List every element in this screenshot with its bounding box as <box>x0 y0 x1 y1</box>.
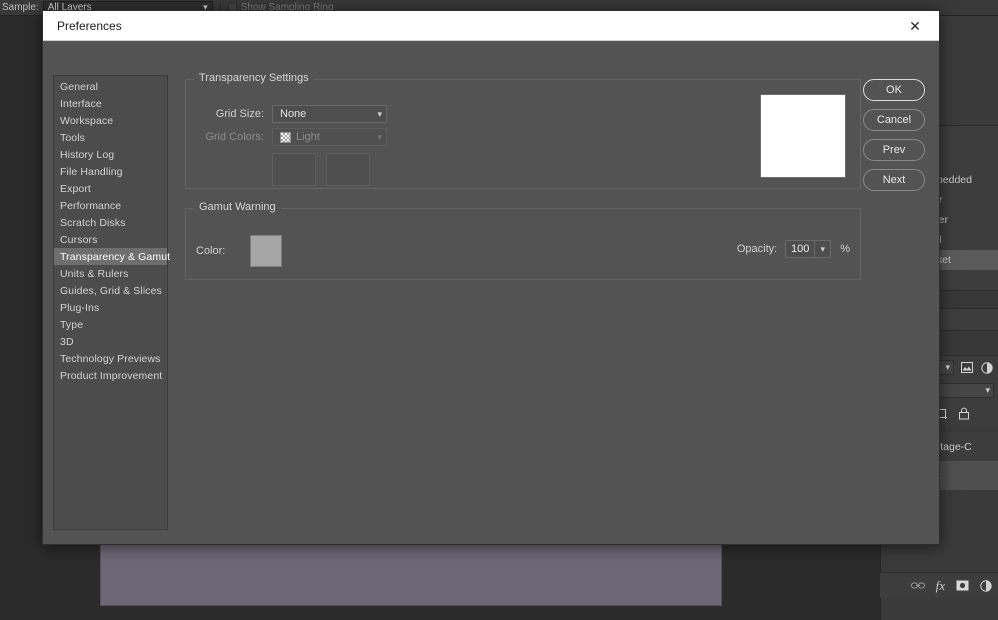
sidebar-item-export[interactable]: Export <box>54 180 167 197</box>
sidebar-item-label: Units & Rulers <box>60 267 129 280</box>
sidebar-item-label: Plug-Ins <box>60 301 100 314</box>
adjustment-icon[interactable] <box>980 361 994 375</box>
image-icon[interactable] <box>960 361 974 375</box>
close-icon[interactable]: ✕ <box>893 11 937 40</box>
sidebar-item-3d[interactable]: 3D <box>54 333 167 350</box>
adjustment-icon[interactable] <box>980 579 992 592</box>
sidebar-item-interface[interactable]: Interface <box>54 95 167 112</box>
chevron-down-icon: ▾ <box>377 108 382 119</box>
sidebar-item-type[interactable]: Type <box>54 316 167 333</box>
sidebar-item-label: Scratch Disks <box>60 216 126 229</box>
gamut-warning-group: Gamut Warning Color: Opacity: 100 ▾ % <box>185 201 861 280</box>
dialog-button-column: OK Cancel Prev Next <box>863 79 925 191</box>
sidebar-item-workspace[interactable]: Workspace <box>54 112 167 129</box>
sidebar-item-file-handling[interactable]: File Handling <box>54 163 167 180</box>
grid-size-select[interactable]: None ▾ <box>272 105 387 123</box>
sidebar-item-label: Workspace <box>60 114 114 127</box>
layers-status-bar: fx <box>880 572 998 598</box>
sidebar-item-units-rulers[interactable]: Units & Rulers <box>54 265 167 282</box>
preferences-category-list: General Interface Workspace Tools Histor… <box>53 75 171 530</box>
dialog-title-bar: Preferences ✕ <box>43 11 939 41</box>
transparency-settings-title: Transparency Settings <box>194 72 314 84</box>
chevron-down-icon: ▾ <box>985 384 990 395</box>
sample-label: Sample: <box>2 2 39 13</box>
document-canvas[interactable] <box>100 540 722 606</box>
transparency-preview <box>760 94 846 178</box>
sidebar-item-label: General <box>60 80 99 93</box>
gamut-opacity-row: Opacity: 100 ▾ % <box>737 240 850 258</box>
sidebar-item-performance[interactable]: Performance <box>54 197 167 214</box>
transparency-settings-group: Transparency Settings Grid Size: None ▾ … <box>185 72 861 189</box>
grid-color-swatch-2[interactable] <box>326 153 370 186</box>
lock-icon[interactable] <box>957 406 971 420</box>
sidebar-item-label: Interface <box>60 97 102 110</box>
sidebar-item-label: File Handling <box>60 165 123 178</box>
sidebar-item-label: History Log <box>60 148 115 161</box>
sidebar-item-label: Transparency & Gamut <box>60 250 171 263</box>
gamut-opacity-label: Opacity: <box>736 243 778 255</box>
chevron-down-icon[interactable]: ▾ <box>814 241 830 257</box>
sidebar-item-label: Technology Previews <box>60 352 161 365</box>
grid-colors-row: Grid Colors: Light ▾ <box>196 128 387 146</box>
sidebar-item-tools[interactable]: Tools <box>54 129 167 146</box>
sidebar-item-technology-previews[interactable]: Technology Previews <box>54 350 167 367</box>
grid-color-swatch-1[interactable] <box>272 153 316 186</box>
grid-colors-value: Light <box>296 131 320 143</box>
sidebar-item-general[interactable]: General <box>54 78 167 95</box>
sidebar-item-label: Guides, Grid & Slices <box>60 284 162 297</box>
sidebar-item-history-log[interactable]: History Log <box>54 146 167 163</box>
fx-icon[interactable]: fx <box>936 578 945 594</box>
dialog-body: General Interface Workspace Tools Histor… <box>43 41 939 545</box>
preferences-dialog: Preferences ✕ General Interface Workspac… <box>42 10 940 545</box>
grid-colors-select[interactable]: Light ▾ <box>272 128 387 146</box>
sidebar-item-label: Tools <box>60 131 86 144</box>
sidebar-item-label: Type <box>60 318 84 331</box>
grid-color-swatches <box>272 153 370 186</box>
sidebar-item-plug-ins[interactable]: Plug-Ins <box>54 299 167 316</box>
sidebar-item-label: Performance <box>60 199 122 212</box>
gamut-opacity-unit: % <box>840 243 850 255</box>
grid-colors-label: Grid Colors: <box>205 131 264 143</box>
grid-size-row: Grid Size: None ▾ <box>196 105 387 123</box>
sidebar-item-scratch-disks[interactable]: Scratch Disks <box>54 214 167 231</box>
chevron-down-icon: ▾ <box>945 362 950 372</box>
gamut-color-swatch[interactable] <box>250 235 282 267</box>
gamut-opacity-field[interactable]: 100 ▾ <box>785 240 832 258</box>
gamut-color-label: Color: <box>196 245 226 257</box>
sidebar-item-label: 3D <box>60 335 74 348</box>
link-icon[interactable] <box>910 581 925 590</box>
next-button[interactable]: Next <box>863 169 925 191</box>
sidebar-item-guides-grid-slices[interactable]: Guides, Grid & Slices <box>54 282 167 299</box>
prev-button[interactable]: Prev <box>863 139 925 161</box>
checker-swatch-icon <box>280 131 291 143</box>
sidebar-item-transparency-gamut[interactable]: Transparency & Gamut <box>54 248 171 265</box>
cancel-button[interactable]: Cancel <box>863 109 925 131</box>
ok-button[interactable]: OK <box>863 79 925 101</box>
sidebar-item-product-improvement[interactable]: Product Improvement <box>54 367 167 384</box>
mask-icon[interactable] <box>956 580 969 591</box>
gamut-color-row: Color: <box>196 235 282 267</box>
app-root: Sample: All Layers ▾ Show Sampling Ring … <box>0 0 998 620</box>
gamut-warning-title: Gamut Warning <box>194 201 281 213</box>
grid-size-label: Grid Size: <box>215 108 264 120</box>
dialog-title: Preferences <box>57 18 122 33</box>
layer-opacity-field[interactable]: ▾ <box>936 382 994 398</box>
grid-size-value: None <box>280 108 307 120</box>
gamut-opacity-value: 100 <box>791 243 810 255</box>
sidebar-item-label: Export <box>60 182 91 195</box>
sidebar-item-label: Product Improvement <box>60 369 163 382</box>
chevron-down-icon: ▾ <box>377 131 382 142</box>
sidebar-item-label: Cursors <box>60 233 98 246</box>
sidebar-item-cursors[interactable]: Cursors <box>54 231 167 248</box>
